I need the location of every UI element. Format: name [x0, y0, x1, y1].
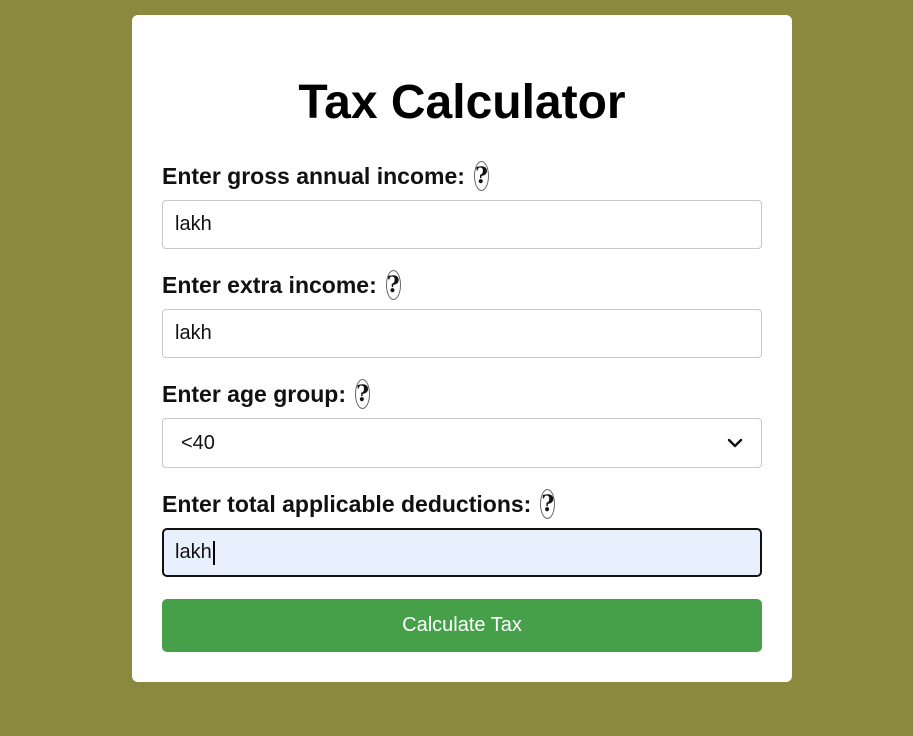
- gross-income-help-icon[interactable]: ?: [473, 161, 489, 191]
- tax-calculator-card: Tax Calculator Enter gross annual income…: [132, 15, 792, 682]
- gross-income-label: Enter gross annual income: ?: [162, 161, 489, 191]
- extra-income-input[interactable]: lakh: [162, 309, 762, 358]
- text-cursor: [212, 540, 215, 565]
- gross-income-value: lakh: [175, 213, 212, 235]
- extra-income-label: Enter extra income: ?: [162, 270, 401, 300]
- calculate-tax-button[interactable]: Calculate Tax: [162, 599, 762, 652]
- page-title: Tax Calculator: [298, 76, 626, 129]
- deductions-label: Enter total applicable deductions: ?: [162, 489, 556, 519]
- deductions-help-icon[interactable]: ?: [540, 489, 556, 519]
- deductions-input[interactable]: lakh: [162, 528, 762, 577]
- age-group-label-text: Enter age group:: [162, 380, 347, 407]
- gross-income-input[interactable]: lakh: [162, 200, 762, 249]
- extra-income-value: lakh: [175, 322, 212, 344]
- age-group-label: Enter age group: ?: [162, 379, 371, 409]
- chevron-down-icon: [727, 438, 743, 448]
- deductions-value: lakh: [175, 541, 212, 563]
- age-group-selected-value: <40: [181, 431, 215, 454]
- extra-income-help-icon[interactable]: ?: [385, 270, 401, 300]
- age-group-select[interactable]: <40: [162, 418, 762, 468]
- extra-income-label-text: Enter extra income:: [162, 271, 377, 298]
- age-group-help-icon[interactable]: ?: [355, 379, 371, 409]
- deductions-label-text: Enter total applicable deductions:: [162, 490, 532, 517]
- gross-income-label-text: Enter gross annual income:: [162, 162, 465, 189]
